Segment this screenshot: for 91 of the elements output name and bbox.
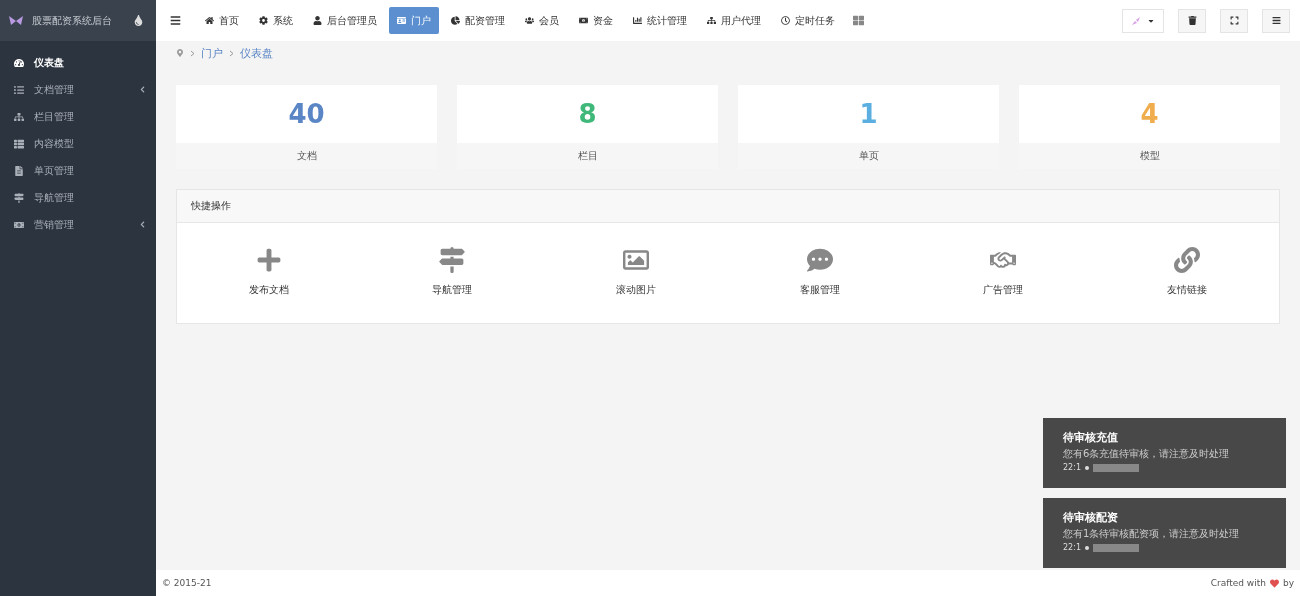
sidebar-item[interactable]: 仪表盘	[0, 49, 156, 76]
rows-icon	[14, 138, 24, 149]
notification-title: 待审核配资	[1063, 510, 1119, 525]
chat-icon	[806, 247, 833, 273]
quick-action[interactable]: 滚动图片	[544, 247, 728, 297]
sidebar-label: 单页管理	[34, 163, 75, 178]
redaction-bar	[1092, 543, 1139, 552]
sidebar-item[interactable]: 文档管理	[0, 76, 156, 103]
notification-message: 您有6条充值待审核，请注意及时处理	[1063, 447, 1231, 461]
fullscreen-button[interactable]	[1220, 8, 1248, 33]
sidebar-item[interactable]: 营销管理	[0, 211, 156, 238]
stat-value: 40	[287, 98, 326, 131]
menu-icon	[1271, 16, 1281, 25]
signpost-icon	[439, 247, 466, 273]
nav-tab[interactable]: 资金	[571, 7, 621, 34]
heart-icon	[1269, 578, 1279, 588]
sidebar-label: 文档管理	[34, 82, 75, 97]
clear-button[interactable]	[1178, 8, 1206, 33]
sidebar-item[interactable]: 导航管理	[0, 184, 156, 211]
sidebar-label: 导航管理	[34, 190, 75, 205]
location-icon	[176, 49, 184, 57]
nav-tab[interactable]: 统计管理	[625, 7, 695, 34]
droplet-icon[interactable]	[133, 15, 144, 26]
redaction-bar	[1092, 463, 1139, 472]
nav-tab[interactable]: 系统	[251, 7, 301, 34]
sitemap-icon	[707, 16, 716, 25]
sidebar-item[interactable]: 内容模型	[0, 130, 156, 157]
users-icon	[525, 16, 534, 25]
copyright-text: © 2015-21	[162, 578, 212, 588]
quick-action[interactable]: 广告管理	[911, 247, 1096, 297]
credit-text: by	[1282, 578, 1294, 588]
app-title: 股票配资系统后台	[32, 13, 113, 28]
pie-chart-icon	[451, 16, 460, 25]
stat-label: 模型	[1019, 143, 1280, 169]
file-icon	[14, 165, 24, 176]
quick-action[interactable]: 客服管理	[728, 247, 912, 297]
chevron-icon	[229, 49, 234, 57]
trash-icon	[1187, 16, 1197, 25]
notification-message: 您有1条待审核配资项，请注意及时处理	[1063, 527, 1241, 541]
sidebar-item[interactable]: 栏目管理	[0, 103, 156, 130]
stat-label: 栏目	[457, 143, 718, 169]
menu-icon[interactable]	[170, 15, 181, 26]
quick-action[interactable]: 导航管理	[360, 247, 545, 297]
stat-label: 单页	[738, 143, 999, 169]
nav-tab[interactable]: 首页	[197, 7, 247, 34]
sidebar-label: 营销管理	[34, 217, 75, 232]
link-icon	[1174, 247, 1201, 273]
user-icon	[313, 16, 322, 25]
breadcrumb-link[interactable]: 门户	[201, 45, 223, 61]
nav-tab[interactable]: 配资管理	[443, 7, 513, 34]
breadcrumb-link[interactable]: 仪表盘	[240, 45, 273, 61]
settings-button[interactable]	[1262, 8, 1290, 33]
signpost-icon	[14, 192, 24, 203]
credit-text: Crafted with	[1210, 578, 1266, 588]
gear-icon	[259, 16, 268, 25]
sidebar-label: 内容模型	[34, 136, 75, 151]
plus-icon	[255, 247, 282, 273]
butterfly-logo-icon	[8, 14, 24, 27]
quick-action[interactable]: 友情链接	[1095, 247, 1279, 297]
dot-icon	[1084, 545, 1089, 550]
notification-time: 22:1	[1063, 463, 1081, 472]
chevron-icon	[190, 49, 195, 57]
image-icon	[623, 247, 650, 273]
notification-title: 待审核充值	[1063, 430, 1119, 445]
home-icon	[205, 16, 214, 25]
stat-label: 文档	[176, 143, 437, 169]
nav-tab[interactable]: 会员	[517, 7, 567, 34]
expand-icon	[1229, 16, 1239, 25]
sitemap-icon	[14, 111, 24, 122]
sidebar-item[interactable]: 单页管理	[0, 157, 156, 184]
sidebar-label: 栏目管理	[34, 109, 75, 124]
sidebar-label: 仪表盘	[34, 55, 65, 70]
banknote-icon	[14, 219, 24, 230]
nav-tab[interactable]: 定时任务	[773, 7, 843, 34]
stat-value: 4	[1139, 98, 1160, 131]
brush-icon	[1131, 15, 1141, 26]
card-icon	[397, 16, 406, 25]
bar-chart-icon	[633, 16, 642, 25]
dot-icon	[1084, 465, 1089, 470]
dashboard-icon	[14, 57, 24, 68]
list-icon	[14, 84, 24, 95]
banknote-icon	[579, 16, 588, 25]
clock-icon	[781, 16, 790, 25]
nav-tab[interactable]: 后台管理员	[305, 7, 385, 34]
nav-tab[interactable]: 用户代理	[699, 7, 769, 34]
notification-time: 22:1	[1063, 543, 1081, 552]
panel-title: 快捷操作	[177, 190, 1279, 223]
stat-value: 1	[858, 98, 879, 131]
grid-icon[interactable]	[853, 15, 864, 26]
stat-value: 8	[577, 98, 598, 131]
quick-action[interactable]: 发布文档	[177, 247, 361, 297]
